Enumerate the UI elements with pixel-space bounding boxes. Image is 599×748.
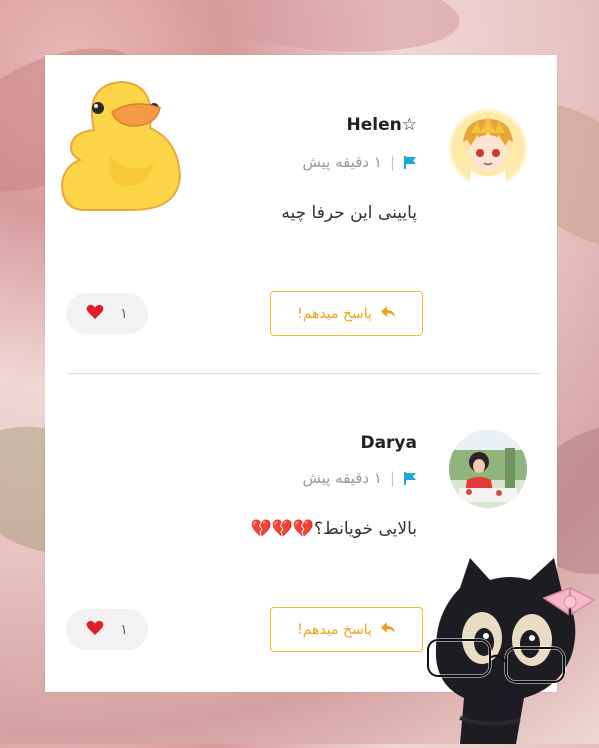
like-count: ۱ bbox=[120, 305, 128, 322]
comment-time: ۱ دقیقه پیش bbox=[302, 469, 382, 487]
like-count: ۱ bbox=[120, 621, 128, 638]
comment-username[interactable]: Darya bbox=[360, 433, 417, 453]
background-petal bbox=[177, 0, 463, 63]
divider bbox=[67, 373, 541, 374]
meta-separator: | bbox=[389, 469, 395, 487]
avatar[interactable] bbox=[449, 430, 527, 508]
avatar[interactable] bbox=[449, 109, 527, 187]
reply-arrow-icon bbox=[380, 621, 396, 639]
comment-meta: | ۱ دقیقه پیش bbox=[303, 469, 418, 487]
comment-time: ۱ دقیقه پیش bbox=[302, 153, 382, 171]
meta-separator: | bbox=[389, 153, 395, 171]
comment-text: بالایی خویانط؟💔💔💔 bbox=[250, 519, 417, 539]
like-button[interactable]: ۱ bbox=[66, 293, 148, 334]
flag-icon[interactable] bbox=[403, 155, 417, 169]
like-button[interactable]: ۱ bbox=[66, 609, 148, 650]
flag-icon[interactable] bbox=[403, 471, 417, 485]
comment-text: پایینی این حرفا چیه bbox=[281, 203, 417, 223]
reply-button[interactable]: پاسخ میدهم! bbox=[270, 607, 423, 652]
heart-icon bbox=[86, 304, 104, 324]
reply-label: پاسخ میدهم! bbox=[297, 305, 372, 322]
reply-button[interactable]: پاسخ میدهم! bbox=[270, 291, 423, 336]
reply-arrow-icon bbox=[380, 305, 396, 323]
heart-icon bbox=[86, 620, 104, 640]
comment-meta: | ۱ دقیقه پیش bbox=[303, 153, 418, 171]
duck-sticker bbox=[50, 68, 190, 220]
reply-label: پاسخ میدهم! bbox=[297, 621, 372, 638]
comment-username[interactable]: Helen☆ bbox=[347, 115, 417, 135]
cat-sticker bbox=[420, 548, 599, 744]
